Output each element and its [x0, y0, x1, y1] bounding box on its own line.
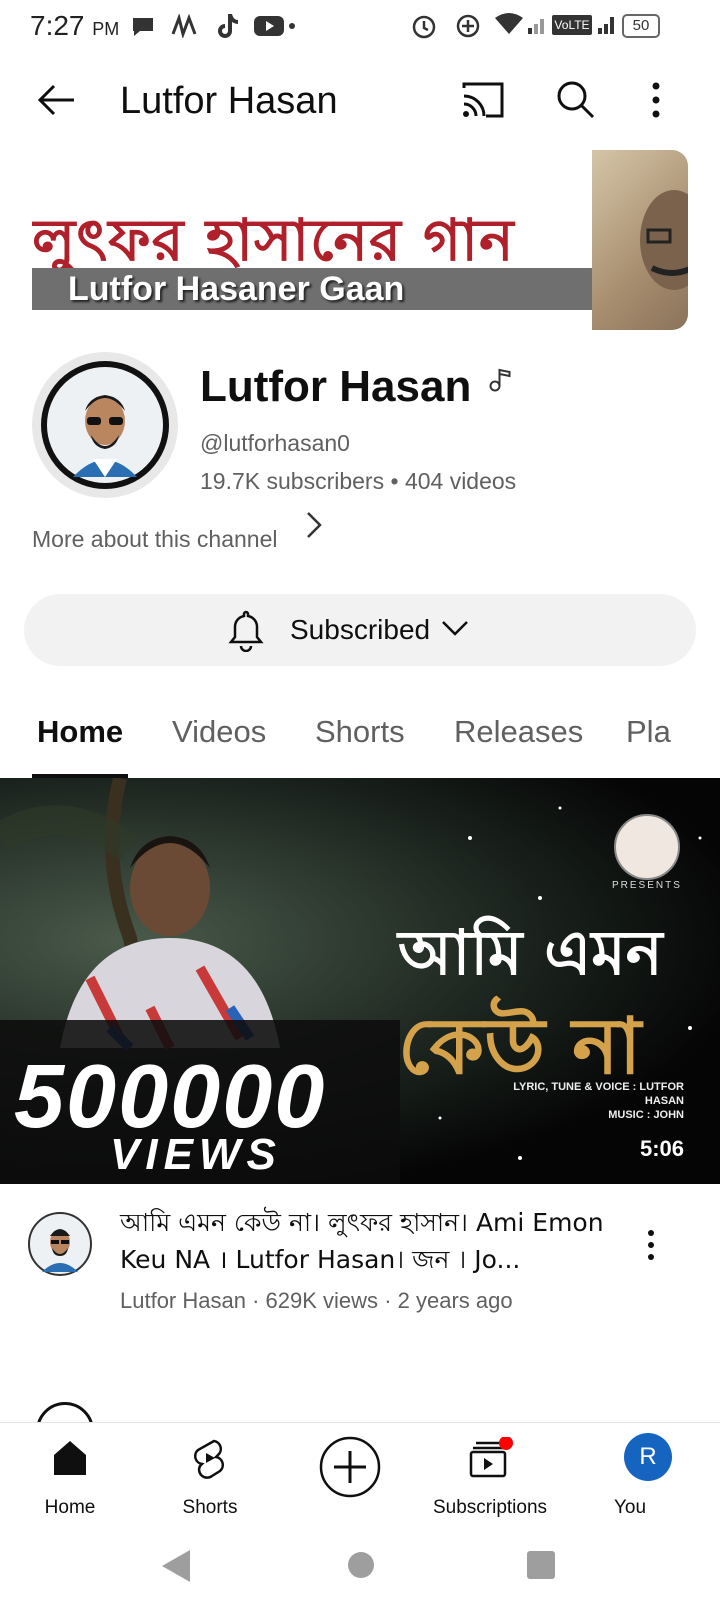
video-meta-views: 629K views: [265, 1288, 379, 1313]
video-meta: Lutfor Hasan · 629K views · 2 years ago: [120, 1288, 513, 1313]
video-meta-age: 2 years ago: [397, 1288, 513, 1313]
tiktok-icon: [218, 14, 238, 38]
wifi-icon: [495, 13, 523, 34]
video-count: 404 videos: [404, 468, 517, 494]
video-more-icon[interactable]: [643, 1228, 659, 1262]
alarm-icon: [412, 15, 436, 39]
video-channel-avatar[interactable]: [28, 1212, 92, 1276]
volte-badge: VoLTE: [552, 15, 592, 35]
channel-banner: লুৎফর হাসানের গান Lutfor Hasaner Gaan: [32, 150, 688, 330]
tab-home[interactable]: Home: [37, 714, 123, 750]
status-time: 7:27 PM: [30, 10, 120, 41]
thumbnail-views-word: VIEWS: [110, 1130, 282, 1179]
back-arrow-icon[interactable]: [34, 80, 78, 120]
tab-releases[interactable]: Releases: [454, 714, 583, 750]
next-item-avatar: [36, 1402, 98, 1422]
subscriber-count: 19.7K subscribers: [200, 468, 385, 494]
channel-avatar[interactable]: [32, 352, 178, 498]
video-meta-channel: Lutfor Hasan: [120, 1288, 246, 1313]
more-vert-icon[interactable]: [648, 80, 664, 120]
system-navigation: [0, 1526, 720, 1612]
nav-shorts-label: Shorts: [182, 1497, 238, 1518]
cast-icon[interactable]: [460, 80, 506, 120]
chat-bubble-icon: [133, 18, 153, 36]
waves-icon: [171, 14, 197, 38]
avatar[interactable]: R: [624, 1433, 672, 1481]
home-icon: [54, 1441, 86, 1475]
avatar-illustration: [73, 395, 137, 477]
banner-portrait: [592, 150, 688, 330]
presenter-logo: [614, 814, 680, 880]
video-title[interactable]: আমি এমন কেউ না। লুৎফর হাসান। Ami Emon Ke…: [120, 1204, 640, 1278]
battery-icon: 50: [622, 14, 660, 38]
page-title: Lutfor Hasan: [120, 80, 338, 122]
subscriptions-icon: [469, 1437, 513, 1478]
music-note-icon: [489, 368, 511, 392]
youtube-notification-icon: [254, 16, 295, 36]
channel-stats: 19.7K subscribers • 404 videos: [200, 468, 516, 495]
avatar-illustration-small: [42, 1229, 78, 1272]
subscribed-label: Subscribed: [290, 614, 431, 645]
recents-square-icon[interactable]: [526, 1550, 556, 1580]
banner-english-title: Lutfor Hasaner Gaan: [68, 270, 405, 308]
tab-playlists[interactable]: Pla: [626, 714, 671, 750]
more-about-label: More about this channel: [32, 526, 278, 552]
thumbnail-credits: LYRIC, TUNE & VOICE : LUTFOR HASAN MUSIC…: [484, 1080, 684, 1122]
channel-handle: @lutforhasan0: [200, 430, 350, 456]
video-duration: 5:06: [640, 1136, 685, 1161]
status-bar: 7:27 PM VoLTE 50: [0, 0, 720, 52]
bell-icon: [228, 610, 264, 652]
credits-line2: MUSIC : JOHN: [608, 1109, 684, 1121]
data-saver-icon: [456, 14, 480, 38]
nav-you-label: You: [613, 1497, 647, 1518]
create-plus-icon: [319, 1436, 381, 1498]
presents-text: PRESENTS: [612, 880, 682, 891]
nav-subscriptions-label: Subscriptions: [432, 1497, 548, 1518]
app-bar: Lutfor Hasan: [0, 52, 720, 152]
bottom-navigation: Home Shorts Subscriptions You R: [0, 1422, 720, 1527]
channel-tabs: Home Videos Shorts Releases Pla: [0, 690, 720, 779]
tab-shorts[interactable]: Shorts: [315, 714, 405, 750]
video-thumbnail[interactable]: PRESENTS আমি এমন কেউ না 500000 VIEWS LYR…: [0, 778, 720, 1184]
signal-icon: [528, 19, 544, 34]
home-circle-icon[interactable]: [346, 1550, 376, 1580]
search-icon[interactable]: [556, 80, 596, 120]
back-triangle-icon[interactable]: [160, 1548, 194, 1584]
channel-name: Lutfor Hasan: [200, 362, 472, 411]
credits-line1: LYRIC, TUNE & VOICE : LUTFOR HASAN: [513, 1081, 684, 1107]
portrait-sketch: [640, 190, 688, 290]
shorts-icon: [193, 1439, 225, 1479]
nav-home-label: Home: [44, 1497, 96, 1518]
chevron-down-icon: [442, 621, 468, 636]
tab-videos[interactable]: Videos: [172, 714, 266, 750]
stats-separator: •: [390, 468, 399, 494]
more-about-link[interactable]: More about this channel: [32, 526, 278, 553]
signal-icon-2: [598, 17, 614, 34]
avatar-ring: [41, 361, 169, 489]
subscribed-button[interactable]: Subscribed: [24, 594, 696, 666]
chevron-right-icon[interactable]: [304, 510, 324, 540]
